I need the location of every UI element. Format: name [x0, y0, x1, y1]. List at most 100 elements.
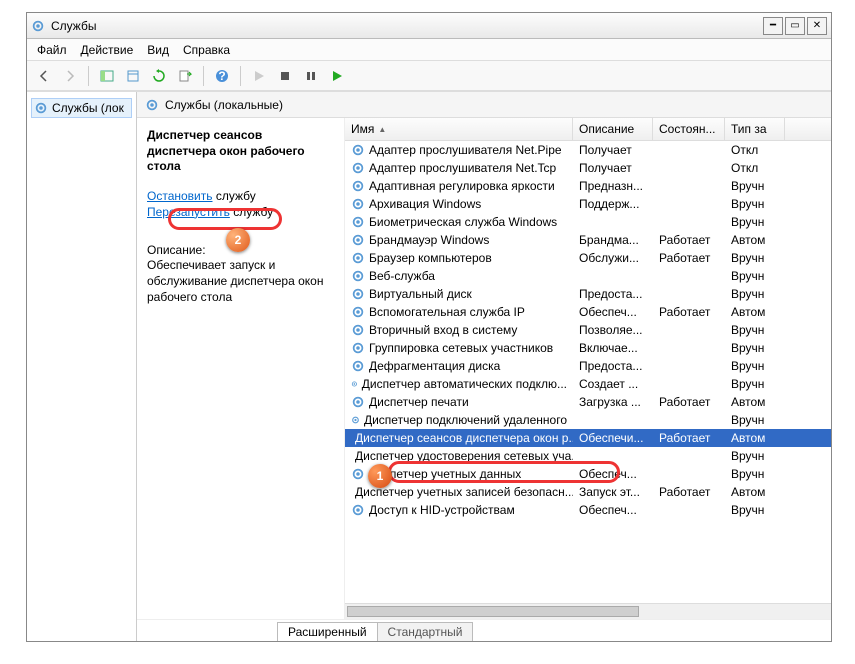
service-row[interactable]: Группировка сетевых участниковВключае...…: [345, 339, 831, 357]
separator: [240, 66, 241, 86]
service-row[interactable]: Веб-службаВручн: [345, 267, 831, 285]
list-pane: Имя▲ Описание Состоян... Тип за Адаптер …: [345, 118, 831, 619]
service-row[interactable]: Диспетчер удостоверения сетевых уча... Вр…: [345, 447, 831, 465]
cell-desc: Брандма...: [573, 233, 653, 247]
service-row[interactable]: Диспетчер автоматических подклю...Создае…: [345, 375, 831, 393]
cell-desc: Предназн...: [573, 179, 653, 193]
service-row[interactable]: Адаптер прослушивателя Net.PipeПолучаетО…: [345, 141, 831, 159]
restart-link-row: Перезапустить службу: [147, 205, 334, 219]
scrollbar-thumb[interactable]: [347, 606, 639, 617]
window-buttons: ━ ▭ ✕: [763, 17, 827, 35]
cell-desc: Запуск эт...: [573, 485, 653, 499]
service-row[interactable]: Виртуальный дискПредоста...Вручн: [345, 285, 831, 303]
cell-name: Адаптер прослушивателя Net.Tcp: [345, 161, 573, 175]
menubar: Файл Действие Вид Справка: [27, 39, 831, 61]
content-header-title: Службы (локальные): [165, 98, 283, 112]
detail-pane: Диспетчер сеансов диспетчера окон рабоче…: [137, 118, 345, 619]
gear-icon: [351, 197, 365, 211]
service-row[interactable]: Вспомогательная служба IPОбеспеч...Работ…: [345, 303, 831, 321]
service-row[interactable]: Дефрагментация дискаПредоста...Вручн: [345, 357, 831, 375]
tree-item-services[interactable]: Службы (лок: [31, 98, 132, 118]
cell-type: Вручн: [725, 449, 785, 463]
svg-text:?: ?: [218, 69, 225, 83]
content-pane: Службы (локальные) Диспетчер сеансов дис…: [137, 92, 831, 641]
cell-name: Биометрическая служба Windows: [345, 215, 573, 229]
menu-help[interactable]: Справка: [183, 43, 230, 57]
cell-type: Автом: [725, 431, 785, 445]
cell-state: Работает: [653, 233, 725, 247]
service-row[interactable]: Диспетчер учетных записей безопасн...Зап…: [345, 483, 831, 501]
gear-icon: [351, 359, 365, 373]
cell-type: Откл: [725, 161, 785, 175]
cell-name: Диспетчер сеансов диспетчера окон р...: [345, 431, 573, 445]
annotation-badge-2: 2: [226, 228, 250, 252]
show-hide-tree-button[interactable]: [96, 65, 118, 87]
forward-button[interactable]: [59, 65, 81, 87]
tab-extended[interactable]: Расширенный: [277, 622, 378, 641]
pause-service-button[interactable]: [300, 65, 322, 87]
minimize-button[interactable]: ━: [763, 17, 783, 35]
properties-button[interactable]: [122, 65, 144, 87]
view-tabs: Расширенный Стандартный: [137, 619, 831, 641]
service-row[interactable]: Диспетчер учетных данныхОбеспеч...Вручн: [345, 465, 831, 483]
service-list[interactable]: Адаптер прослушивателя Net.PipeПолучаетО…: [345, 141, 831, 603]
menu-view[interactable]: Вид: [147, 43, 169, 57]
content-body: Диспетчер сеансов диспетчера окон рабоче…: [137, 118, 831, 619]
service-row[interactable]: Адаптер прослушивателя Net.TcpПолучает От…: [345, 159, 831, 177]
service-row[interactable]: Вторичный вход в системуПозволяе...Вручн: [345, 321, 831, 339]
cell-type: Вручн: [725, 287, 785, 301]
horizontal-scrollbar[interactable]: [345, 603, 831, 619]
service-row[interactable]: Адаптивная регулировка яркостиПредназн..…: [345, 177, 831, 195]
service-row[interactable]: Архивация WindowsПоддерж...Вручн: [345, 195, 831, 213]
maximize-button[interactable]: ▭: [785, 17, 805, 35]
content-header: Службы (локальные): [137, 92, 831, 118]
cell-name: Вторичный вход в систему: [345, 323, 573, 337]
cell-type: Вручн: [725, 503, 785, 517]
help-button[interactable]: ?: [211, 65, 233, 87]
cell-state: Работает: [653, 305, 725, 319]
col-startup-type[interactable]: Тип за: [725, 118, 785, 140]
back-button[interactable]: [33, 65, 55, 87]
start-service-button[interactable]: [248, 65, 270, 87]
gear-icon: [351, 305, 365, 319]
cell-name: Диспетчер удостоверения сетевых уча...: [345, 449, 573, 463]
service-row[interactable]: Диспетчер сеансов диспетчера окон р...Об…: [345, 429, 831, 447]
gear-icon: [351, 143, 365, 157]
service-row[interactable]: Диспетчер печатиЗагрузка ...РаботаетАвто…: [345, 393, 831, 411]
annotation-badge-1: 1: [368, 464, 392, 488]
stop-service-link[interactable]: Остановить: [147, 189, 213, 203]
gear-icon: [351, 161, 365, 175]
cell-type: Автом: [725, 395, 785, 409]
cell-state: Работает: [653, 395, 725, 409]
stop-service-button[interactable]: [274, 65, 296, 87]
col-name[interactable]: Имя▲: [345, 118, 573, 140]
menu-action[interactable]: Действие: [81, 43, 134, 57]
gear-icon: [351, 467, 365, 481]
close-button[interactable]: ✕: [807, 17, 827, 35]
cell-name: Архивация Windows: [345, 197, 573, 211]
tree-pane: Службы (лок: [27, 92, 137, 641]
cell-type: Вручн: [725, 269, 785, 283]
service-row[interactable]: Браузер компьютеровОбслужи...РаботаетВру…: [345, 249, 831, 267]
cell-type: Вручн: [725, 215, 785, 229]
service-row[interactable]: Биометрическая служба Windows Вручн: [345, 213, 831, 231]
refresh-button[interactable]: [148, 65, 170, 87]
cell-desc: Получает: [573, 161, 653, 175]
cell-name: Виртуальный диск: [345, 287, 573, 301]
export-button[interactable]: [174, 65, 196, 87]
restart-service-link[interactable]: Перезапустить: [147, 205, 230, 219]
restart-service-button[interactable]: [326, 65, 348, 87]
service-row[interactable]: Доступ к HID-устройствамОбеспеч...Вручн: [345, 501, 831, 519]
cell-desc: Обслужи...: [573, 251, 653, 265]
tab-standard[interactable]: Стандартный: [377, 622, 474, 641]
col-state[interactable]: Состоян...: [653, 118, 725, 140]
cell-desc: Загрузка ...: [573, 395, 653, 409]
cell-desc: Получает: [573, 143, 653, 157]
services-icon: [31, 19, 45, 33]
col-description[interactable]: Описание: [573, 118, 653, 140]
menu-file[interactable]: Файл: [37, 43, 67, 57]
cell-type: Вручн: [725, 413, 785, 427]
service-row[interactable]: Диспетчер подключений удаленногоВручн: [345, 411, 831, 429]
cell-name: Диспетчер печати: [345, 395, 573, 409]
service-row[interactable]: Брандмауэр WindowsБрандма...РаботаетАвто…: [345, 231, 831, 249]
